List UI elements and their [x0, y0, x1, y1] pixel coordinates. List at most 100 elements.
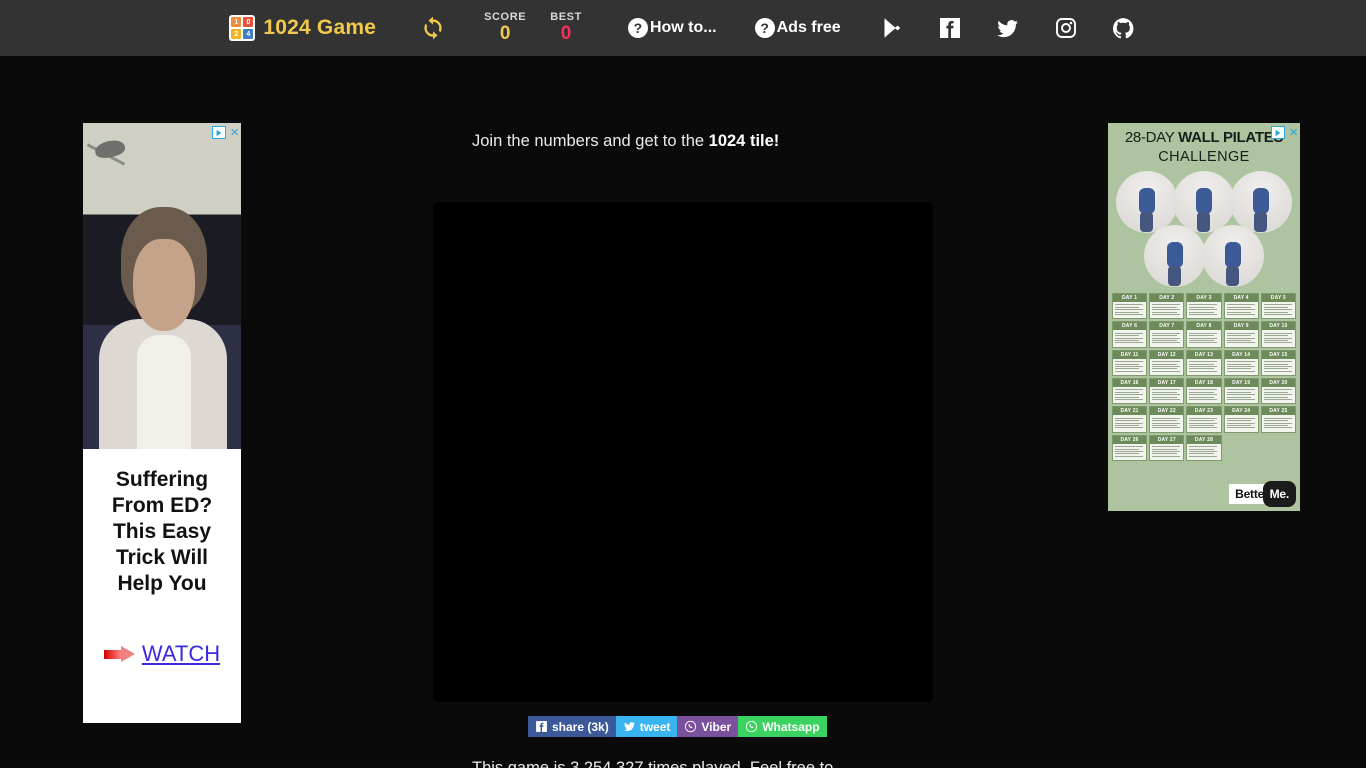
how-to-label: How to...: [649, 19, 717, 36]
day-card: DAY 11: [1112, 349, 1148, 377]
logo-tile-0: 0: [243, 17, 254, 27]
day-card: DAY 5: [1260, 293, 1296, 320]
facebook-link[interactable]: [937, 15, 963, 41]
ad-right-photos: [1108, 171, 1300, 289]
day-card-title: DAY 23: [1187, 407, 1221, 416]
github-icon: [1113, 17, 1134, 38]
day-card: DAY 2: [1149, 293, 1185, 320]
tagline-strong: 1024 tile!: [708, 132, 780, 150]
day-card: DAY 7: [1149, 321, 1185, 348]
github-link[interactable]: [1111, 15, 1137, 41]
google-play-link[interactable]: [879, 15, 905, 41]
day-card: DAY 22: [1149, 406, 1185, 433]
day-card-title: DAY 28: [1187, 435, 1221, 444]
adchoices-icon[interactable]: [212, 126, 227, 139]
ad-left-cta-label[interactable]: WATCH: [142, 641, 220, 667]
adchoices-icon[interactable]: [1271, 126, 1286, 139]
brand-title: 1024 Game: [263, 16, 377, 39]
day-card: DAY 20: [1260, 378, 1296, 405]
day-card-title: DAY 8: [1187, 322, 1221, 331]
day-card-title: DAY 7: [1150, 322, 1184, 331]
twitter-icon: [623, 720, 636, 733]
brand[interactable]: 1 0 2 4 1024 Game: [229, 15, 376, 41]
exercise-photo: [1230, 171, 1292, 234]
day-card: DAY 23: [1186, 406, 1222, 433]
day-card: DAY 15: [1260, 349, 1296, 377]
game-board[interactable]: [433, 202, 933, 702]
day-card: DAY 18: [1186, 378, 1222, 405]
social-links: [879, 15, 1137, 41]
day-card-title: DAY 22: [1150, 407, 1184, 416]
day-card: DAY 4: [1223, 293, 1259, 320]
close-icon[interactable]: ×: [1289, 125, 1298, 140]
close-icon[interactable]: ×: [230, 125, 239, 140]
day-card: DAY 6: [1112, 321, 1148, 348]
ad-right-title-part1: 28-DAY: [1124, 129, 1179, 146]
day-card-title: DAY 20: [1261, 379, 1295, 388]
ad-left-cta[interactable]: WATCH: [91, 641, 233, 667]
day-card-title: DAY 19: [1224, 379, 1258, 388]
ads-free-link[interactable]: ? Ads free: [754, 18, 841, 38]
viber-icon: [684, 720, 697, 733]
day-card-title: DAY 1: [1113, 294, 1147, 303]
logo-tile-2: 2: [231, 29, 242, 39]
day-card-lines: [1187, 359, 1220, 375]
share-facebook-button[interactable]: share (3k): [528, 716, 616, 737]
day-card-title: DAY 16: [1113, 379, 1147, 388]
day-card-title: DAY 14: [1224, 350, 1258, 359]
day-card-title: DAY 9: [1224, 322, 1258, 331]
how-to-link[interactable]: ? How to...: [627, 18, 717, 38]
best-box: BEST 0: [550, 12, 582, 44]
play-count-text: This game is 3.254.327 times played. Fee…: [472, 756, 872, 768]
day-card-title: DAY 10: [1261, 322, 1295, 331]
day-card-lines: [1225, 387, 1258, 403]
day-card-lines: [1113, 415, 1146, 431]
day-card: DAY 1: [1112, 293, 1148, 320]
score-container: SCORE 0 BEST 0: [484, 12, 582, 44]
share-viber-label: Viber: [701, 719, 732, 734]
day-card-lines: [1262, 330, 1295, 346]
day-card-lines: [1262, 359, 1295, 375]
restart-button[interactable]: [418, 13, 448, 43]
day-card-lines: [1262, 302, 1295, 318]
ad-left-body: Suffering From ED? This Easy Trick Will …: [83, 449, 241, 667]
twitter-link[interactable]: [995, 15, 1021, 41]
day-card-title: DAY 3: [1187, 294, 1221, 303]
day-card-lines: [1150, 444, 1183, 460]
day-card-title: DAY 17: [1150, 379, 1184, 388]
share-twitter-button[interactable]: tweet: [615, 716, 678, 737]
ad-left-controls: ×: [212, 125, 239, 140]
day-card-lines: [1225, 415, 1258, 431]
ad-left-headline: Suffering From ED? This Easy Trick Will …: [111, 468, 213, 596]
day-card: DAY 27: [1149, 434, 1185, 462]
day-card: DAY 8: [1186, 321, 1222, 348]
lamp-shade-shape: [93, 138, 127, 160]
betterme-logo: Better Me.: [1229, 481, 1296, 507]
day-card-title: DAY 18: [1187, 379, 1221, 388]
share-whatsapp-button[interactable]: Whatsapp: [738, 716, 827, 737]
google-play-icon: [884, 18, 900, 38]
day-card-lines: [1225, 330, 1258, 346]
play-count-prefix: This game is 3.254.327 times played. Fee…: [472, 759, 834, 768]
day-card-lines: [1187, 330, 1220, 346]
share-viber-button[interactable]: Viber: [677, 716, 739, 737]
ad-right[interactable]: × 28-DAY WALL PILATES CHALLENGE DAY 1 DAY…: [1108, 123, 1300, 511]
day-card: DAY 3: [1186, 293, 1222, 320]
instagram-icon: [1055, 18, 1076, 38]
day-card-lines: [1187, 387, 1220, 403]
person-top-shape: [137, 335, 191, 449]
exercise-photo: [1173, 171, 1235, 234]
question-mark-icon: ?: [754, 18, 775, 38]
day-card-lines: [1150, 387, 1183, 403]
day-card: DAY 10: [1260, 321, 1296, 348]
ad-left[interactable]: × Suffering From ED? This Easy Trick Wil…: [83, 123, 241, 723]
day-card-title: DAY 15: [1261, 350, 1295, 359]
day-card-lines: [1187, 415, 1220, 431]
refresh-icon: [424, 16, 442, 40]
twitter-icon: [997, 19, 1019, 37]
exercise-photo: [1144, 225, 1206, 288]
day-card-title: DAY 12: [1150, 350, 1184, 359]
day-card: DAY 13: [1186, 349, 1222, 377]
instagram-link[interactable]: [1053, 15, 1079, 41]
logo-tiles-icon: 1 0 2 4: [229, 15, 256, 41]
